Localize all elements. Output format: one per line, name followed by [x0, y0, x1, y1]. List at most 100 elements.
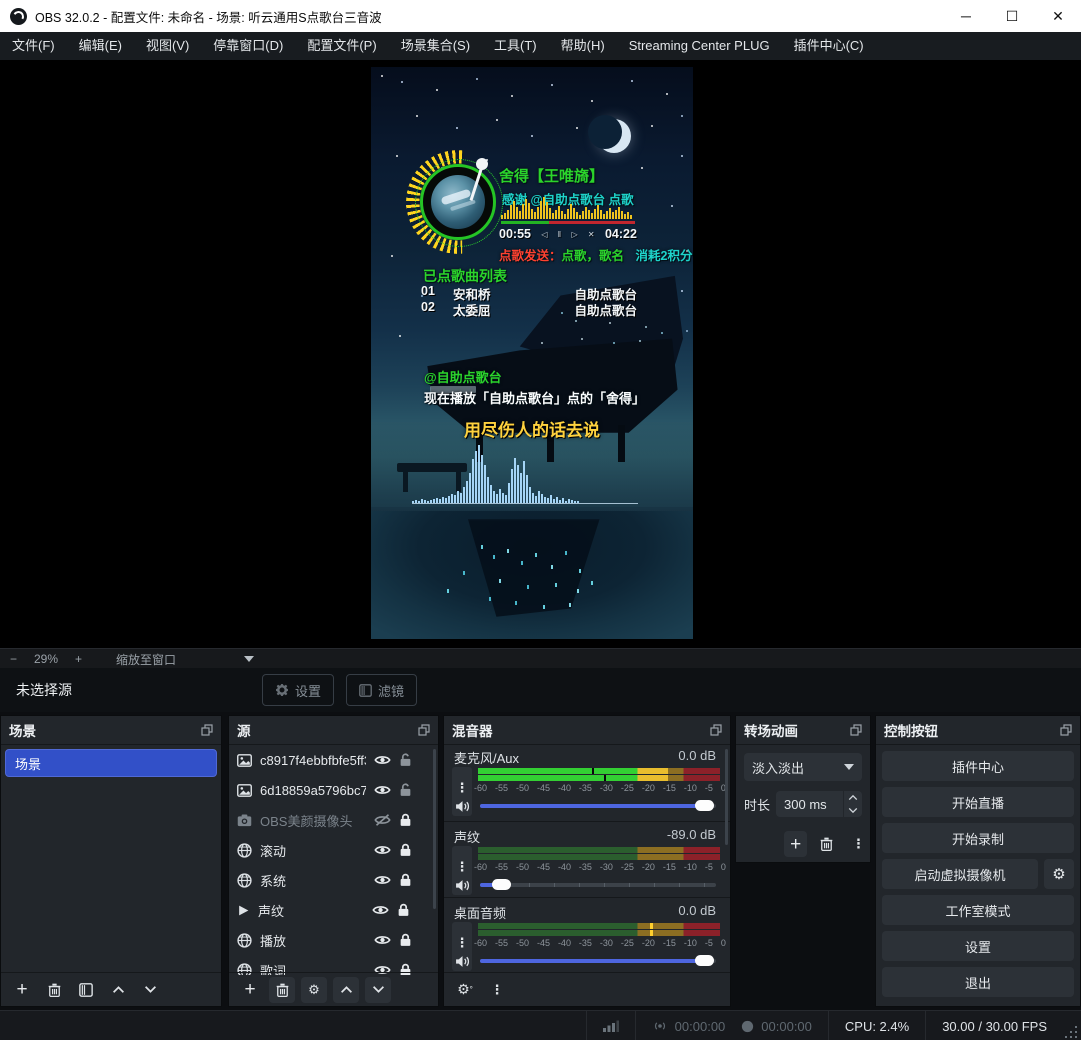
mixer-dock-header[interactable]: 混音器	[444, 716, 730, 745]
start-virtual-camera-button[interactable]: 启动虚拟摄像机	[882, 859, 1038, 889]
exit-button[interactable]: 退出	[882, 967, 1074, 997]
locked-icon[interactable]	[397, 903, 410, 917]
scene-item-selected[interactable]: 场景	[5, 749, 217, 777]
scene-down-button[interactable]	[137, 977, 163, 1003]
fit-dropdown-caret[interactable]	[244, 656, 254, 662]
visible-eye-icon[interactable]	[374, 934, 391, 946]
resize-grip[interactable]	[1063, 1024, 1077, 1038]
zoom-in-button[interactable]: +	[65, 652, 92, 666]
menu-docks[interactable]: 停靠窗口(D)	[201, 32, 295, 60]
popout-icon[interactable]	[201, 724, 213, 736]
plugin-center-button[interactable]: 插件中心	[882, 751, 1074, 781]
scenes-title: 场景	[9, 720, 36, 740]
locked-icon[interactable]	[399, 873, 412, 887]
source-row[interactable]: 滚动	[229, 835, 438, 865]
volume-slider-handle[interactable]	[695, 955, 714, 966]
visible-eye-icon[interactable]	[372, 904, 389, 916]
zoom-out-button[interactable]: −	[0, 652, 27, 666]
mute-button[interactable]	[452, 951, 472, 971]
locked-icon[interactable]	[399, 843, 412, 857]
start-recording-button[interactable]: 开始录制	[882, 823, 1074, 853]
start-streaming-button[interactable]: 开始直播	[882, 787, 1074, 817]
menu-plugin-center[interactable]: 插件中心(C)	[782, 32, 876, 60]
locked-icon[interactable]	[399, 933, 412, 947]
scenes-list[interactable]: 场景	[1, 745, 221, 975]
maximize-button[interactable]: ☐	[989, 0, 1035, 32]
transitions-dock-header[interactable]: 转场动画	[736, 716, 870, 745]
duration-input[interactable]: 300 ms	[776, 791, 843, 817]
source-row[interactable]: c8917f4ebbfbfe5ff3	[229, 745, 438, 775]
add-scene-button[interactable]: +	[9, 977, 35, 1003]
unlocked-icon[interactable]	[399, 753, 412, 767]
menu-scene-collection[interactable]: 场景集合(S)	[389, 32, 482, 60]
volume-slider-handle[interactable]	[695, 800, 714, 811]
visible-eye-icon[interactable]	[374, 874, 391, 886]
sources-dock-header[interactable]: 源	[229, 716, 438, 745]
popout-icon[interactable]	[850, 724, 862, 736]
source-row[interactable]: 系统	[229, 865, 438, 895]
mute-button[interactable]	[452, 875, 472, 895]
volume-slider[interactable]	[480, 804, 716, 808]
advanced-audio-button[interactable]: ⚙°	[452, 977, 478, 1003]
source-row[interactable]: 播放	[229, 925, 438, 955]
remove-transition-button[interactable]	[815, 831, 838, 857]
source-down-button[interactable]	[365, 977, 391, 1003]
scene-filters-button[interactable]	[73, 977, 99, 1003]
minimize-button[interactable]: ─	[943, 0, 989, 32]
popout-icon[interactable]	[710, 724, 722, 736]
studio-mode-button[interactable]: 工作室模式	[882, 895, 1074, 925]
menu-profile[interactable]: 配置文件(P)	[295, 32, 388, 60]
volume-slider[interactable]	[480, 959, 716, 963]
filters-button[interactable]: 滤镜	[346, 674, 417, 706]
menu-streaming-center[interactable]: Streaming Center PLUG	[617, 32, 782, 60]
hidden-eye-icon[interactable]	[374, 814, 391, 826]
source-properties-button[interactable]: ⚙	[301, 977, 327, 1003]
transition-select[interactable]: 淡入淡出	[744, 753, 862, 781]
add-transition-button[interactable]: +	[784, 831, 807, 857]
volume-slider-handle[interactable]	[492, 879, 511, 890]
mixer-scrollbar[interactable]	[725, 749, 728, 845]
add-source-button[interactable]: +	[237, 977, 263, 1003]
duration-spinner[interactable]	[843, 791, 862, 817]
sources-scrollbar[interactable]	[433, 749, 436, 909]
visible-eye-icon[interactable]	[374, 754, 391, 766]
controls-dock-header[interactable]: 控制按钮	[876, 716, 1080, 745]
request-label: 点歌发送：	[499, 249, 562, 263]
remove-scene-button[interactable]	[41, 977, 67, 1003]
source-row[interactable]: 6d18859a5796bc75	[229, 775, 438, 805]
controls-title: 控制按钮	[884, 720, 938, 740]
scene-up-button[interactable]	[105, 977, 131, 1003]
settings-button[interactable]: 设置	[882, 931, 1074, 961]
menu-help[interactable]: 帮助(H)	[549, 32, 617, 60]
sources-list[interactable]: c8917f4ebbfbfe5ff3 6d18859a5796bc75 OBS美…	[229, 745, 438, 975]
visible-eye-icon[interactable]	[374, 784, 391, 796]
properties-button[interactable]: 设置	[262, 674, 334, 706]
fit-to-window-label[interactable]: 缩放至窗口	[116, 651, 176, 668]
popout-icon[interactable]	[418, 724, 430, 736]
spin-down-icon[interactable]	[844, 804, 862, 817]
transitions-dock: 转场动画 淡入淡出 时长 300 ms + ⋮	[735, 715, 871, 863]
locked-icon[interactable]	[399, 813, 412, 827]
visible-eye-icon[interactable]	[374, 844, 391, 856]
menu-file[interactable]: 文件(F)	[0, 32, 67, 60]
source-up-button[interactable]	[333, 977, 359, 1003]
mute-button[interactable]	[452, 796, 472, 816]
mixer-menu-button[interactable]: ⋮	[484, 977, 510, 1003]
scenes-dock-header[interactable]: 场景	[1, 716, 221, 745]
remove-source-button[interactable]	[269, 977, 295, 1003]
preview-canvas[interactable]: 舍得【王唯旖】 感谢 @自助点歌台 点歌 00:55 ◁ ‖ ▷ ✕ 04:22…	[0, 60, 1081, 648]
menu-view[interactable]: 视图(V)	[134, 32, 201, 60]
virtual-camera-config-button[interactable]: ⚙	[1044, 859, 1074, 889]
menu-tools[interactable]: 工具(T)	[482, 32, 549, 60]
source-row[interactable]: 声纹	[229, 895, 438, 925]
source-row[interactable]: OBS美颜摄像头	[229, 805, 438, 835]
transition-menu-button[interactable]: ⋮	[847, 831, 870, 857]
close-button[interactable]: ✕	[1035, 0, 1081, 32]
unlocked-icon[interactable]	[399, 783, 412, 797]
yellow-spectrum	[501, 195, 635, 219]
popout-icon[interactable]	[1060, 724, 1072, 736]
spin-up-icon[interactable]	[844, 791, 862, 804]
scene-preview[interactable]: 舍得【王唯旖】 感谢 @自助点歌台 点歌 00:55 ◁ ‖ ▷ ✕ 04:22…	[371, 67, 693, 639]
menu-edit[interactable]: 编辑(E)	[67, 32, 134, 60]
volume-slider[interactable]	[480, 883, 716, 887]
